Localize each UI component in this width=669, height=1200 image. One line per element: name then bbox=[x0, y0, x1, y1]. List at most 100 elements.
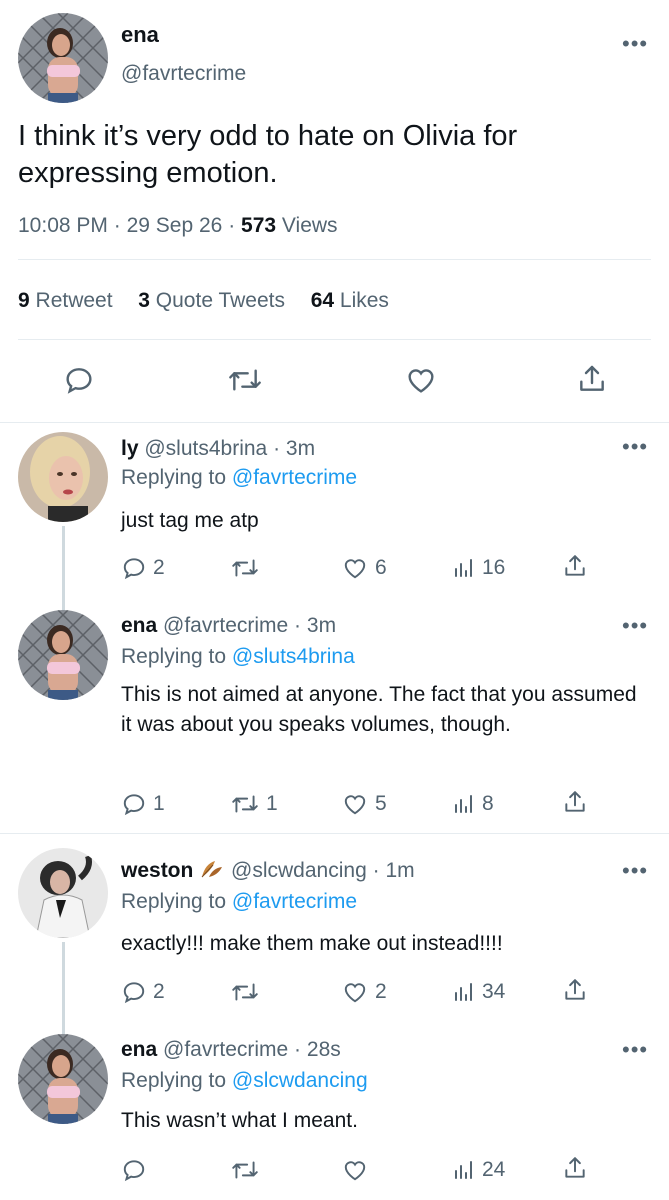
reply-button[interactable] bbox=[121, 1157, 153, 1183]
like-button[interactable]: 6 bbox=[341, 555, 387, 581]
like-icon bbox=[344, 1161, 366, 1181]
views-count: 34 bbox=[482, 980, 506, 1003]
reply-text: exactly!!! make them make out instead!!!… bbox=[121, 932, 503, 955]
share-icon bbox=[565, 979, 585, 1000]
reply-button[interactable] bbox=[63, 364, 95, 396]
reply-time[interactable]: 1m bbox=[385, 859, 414, 882]
replying-to-handle[interactable]: @sluts4brina bbox=[232, 645, 355, 668]
share-icon bbox=[580, 365, 604, 391]
reply-button[interactable]: 1 bbox=[121, 791, 165, 817]
retweet-button[interactable]: 1 bbox=[230, 791, 278, 817]
like-count: 2 bbox=[375, 980, 387, 1003]
reply-author-handle[interactable]: @slcwdancing bbox=[231, 859, 367, 882]
tweet-stats: 9 Retweet 3 Quote Tweets 64 Likes bbox=[18, 289, 389, 313]
avatar-weston[interactable] bbox=[18, 848, 108, 938]
divider bbox=[18, 339, 651, 340]
retweet-button[interactable] bbox=[230, 979, 266, 1005]
replying-to-handle[interactable]: @slcwdancing bbox=[232, 1069, 368, 1092]
avatar-ena[interactable] bbox=[18, 1034, 108, 1124]
like-button[interactable]: 5 bbox=[341, 791, 387, 817]
meta-separator: · bbox=[228, 214, 236, 237]
reply-header: ly @sluts4brina · 3m bbox=[121, 437, 316, 460]
reply-header: weston @slcwdancing · 1m bbox=[121, 859, 415, 882]
share-button[interactable] bbox=[562, 976, 588, 1004]
like-button[interactable] bbox=[341, 1157, 375, 1183]
avatar-ena[interactable] bbox=[18, 610, 108, 700]
more-icon[interactable]: ••• bbox=[622, 436, 648, 458]
more-icon[interactable]: ••• bbox=[622, 33, 648, 55]
reply-author-handle[interactable]: @sluts4brina bbox=[144, 437, 267, 460]
share-icon bbox=[565, 555, 585, 576]
reply-icon bbox=[66, 368, 92, 394]
tweet-date: 29 Sep 26 bbox=[126, 214, 223, 237]
tweet-text: I think it’s very odd to hate on Olivia … bbox=[18, 120, 518, 189]
reply-author-name[interactable]: ly bbox=[121, 437, 139, 460]
views-count: 8 bbox=[482, 792, 494, 815]
reply-icon bbox=[123, 558, 145, 580]
retweet-button[interactable] bbox=[226, 364, 264, 396]
more-icon[interactable]: ••• bbox=[622, 615, 648, 637]
views-icon bbox=[455, 983, 472, 1001]
reply-icon bbox=[123, 794, 145, 816]
views-icon bbox=[455, 559, 472, 577]
quotes-stat[interactable]: 3 Quote Tweets bbox=[138, 289, 285, 312]
likes-stat[interactable]: 64 Likes bbox=[311, 289, 389, 312]
reply-icon bbox=[123, 982, 145, 1004]
replying-to: Replying to @slcwdancing bbox=[121, 1069, 368, 1092]
reply-time[interactable]: 3m bbox=[307, 614, 336, 637]
views-count: 573 bbox=[241, 214, 277, 237]
retweets-stat[interactable]: 9 Retweet bbox=[18, 289, 113, 312]
more-icon[interactable]: ••• bbox=[622, 1039, 648, 1061]
like-count: 5 bbox=[375, 792, 387, 815]
reply-icon bbox=[123, 1160, 145, 1182]
author-handle[interactable]: @favrtecrime bbox=[121, 62, 246, 86]
share-button[interactable] bbox=[576, 362, 608, 396]
retweet-button[interactable] bbox=[230, 555, 266, 581]
thread-connector bbox=[62, 526, 65, 612]
share-button[interactable] bbox=[562, 552, 588, 580]
reply-author-handle[interactable]: @favrtecrime bbox=[163, 614, 288, 637]
views-button[interactable]: 16 bbox=[452, 555, 505, 581]
like-icon bbox=[344, 983, 366, 1003]
avatar-ena[interactable] bbox=[18, 13, 108, 103]
views-button[interactable]: 24 bbox=[452, 1157, 505, 1183]
divider bbox=[18, 259, 651, 260]
share-button[interactable] bbox=[562, 1154, 588, 1182]
retweet-icon bbox=[232, 1161, 258, 1179]
retweet-icon bbox=[232, 983, 258, 1001]
reply-count: 2 bbox=[153, 980, 165, 1003]
views-button[interactable]: 34 bbox=[452, 979, 505, 1005]
reply-author-name[interactable]: ena bbox=[121, 614, 157, 637]
replying-to-handle[interactable]: @favrtecrime bbox=[232, 890, 357, 913]
more-icon[interactable]: ••• bbox=[622, 860, 648, 882]
divider bbox=[0, 833, 669, 834]
retweet-count: 1 bbox=[266, 792, 278, 815]
reply-button[interactable]: 2 bbox=[121, 555, 165, 581]
like-count: 6 bbox=[375, 556, 387, 579]
reply-author-name[interactable]: ena bbox=[121, 1038, 157, 1061]
avatar-ly[interactable] bbox=[18, 432, 108, 522]
reply-count: 2 bbox=[153, 556, 165, 579]
thread-connector bbox=[62, 942, 65, 1036]
like-button[interactable]: 2 bbox=[341, 979, 387, 1005]
reply-text: just tag me atp bbox=[121, 509, 259, 532]
reply-author-name[interactable]: weston bbox=[121, 859, 193, 882]
views-icon bbox=[455, 1161, 472, 1179]
reply-author-handle[interactable]: @favrtecrime bbox=[163, 1038, 288, 1061]
share-button[interactable] bbox=[562, 788, 588, 816]
retweet-button[interactable] bbox=[230, 1157, 266, 1183]
author-name[interactable]: ena bbox=[121, 22, 159, 48]
views-icon bbox=[455, 795, 472, 813]
views-label: Views bbox=[281, 214, 338, 237]
replying-to-handle[interactable]: @favrtecrime bbox=[232, 466, 357, 489]
views-count: 16 bbox=[482, 556, 506, 579]
retweet-icon bbox=[232, 795, 258, 813]
reply-button[interactable]: 2 bbox=[121, 979, 165, 1005]
reply-time[interactable]: 28s bbox=[307, 1038, 341, 1061]
meta-separator: · bbox=[113, 214, 121, 237]
reply-text: This wasn’t what I meant. bbox=[121, 1109, 358, 1132]
reply-time[interactable]: 3m bbox=[286, 437, 315, 460]
like-button[interactable] bbox=[404, 364, 438, 396]
retweet-icon bbox=[229, 369, 261, 391]
views-button[interactable]: 8 bbox=[452, 791, 494, 817]
